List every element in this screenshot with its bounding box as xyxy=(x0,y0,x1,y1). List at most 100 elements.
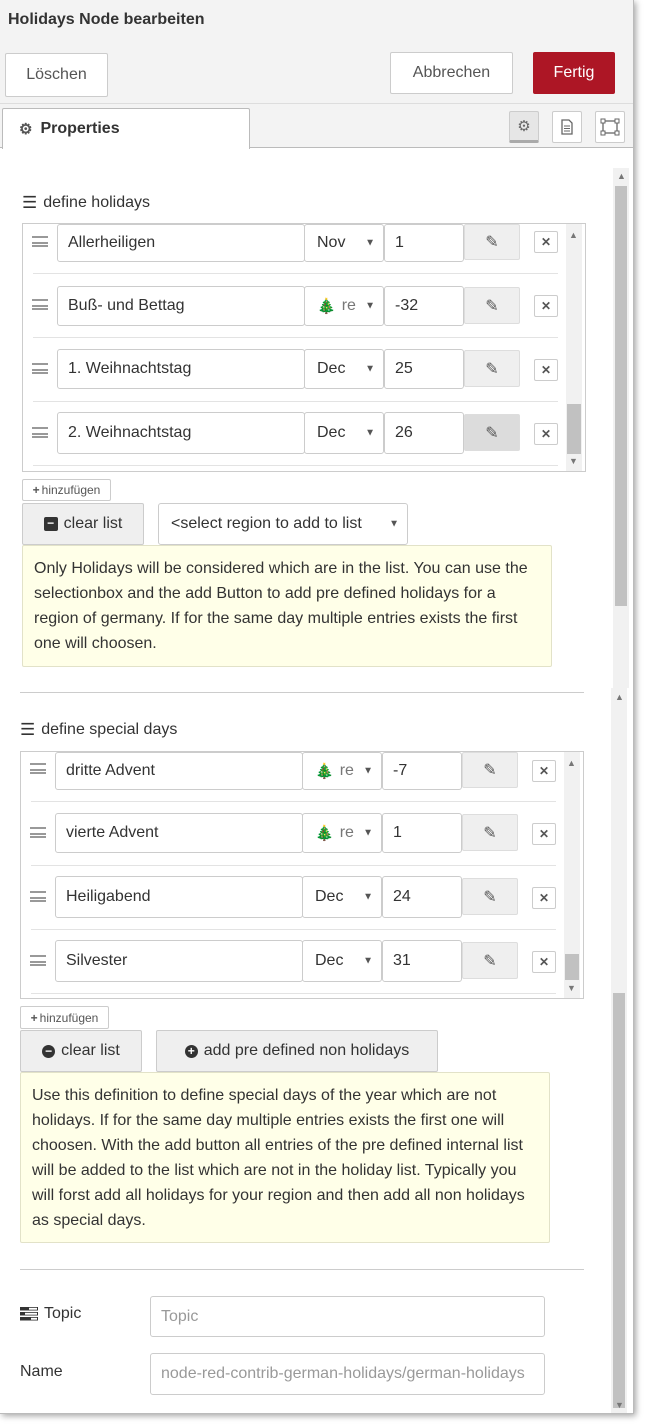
add-special-day-button[interactable]: + hinzufügen xyxy=(20,1006,109,1029)
drag-handle-icon[interactable] xyxy=(30,827,46,838)
special-day-day-field[interactable]: 1 xyxy=(382,813,462,853)
drag-handle-icon[interactable] xyxy=(30,891,46,902)
special-day-month-select[interactable]: 🎄 re ▼ xyxy=(302,752,382,790)
scroll-up-arrow-icon[interactable]: ▲ xyxy=(617,171,626,181)
define-holidays-label: ☰ define holidays xyxy=(22,193,150,213)
form-scrollbar-upper[interactable]: ▲ xyxy=(613,168,629,688)
topic-input[interactable]: Topic xyxy=(150,1296,545,1337)
add-predefined-non-holidays-button[interactable]: + add pre defined non holidays xyxy=(156,1030,438,1072)
holiday-month-select[interactable]: 🎄 re ▼ xyxy=(304,286,384,326)
remove-row-button[interactable]: ✕ xyxy=(532,887,556,909)
special-day-day-field[interactable]: 24 xyxy=(382,876,462,918)
edit-row-button[interactable]: ✎ xyxy=(464,224,520,260)
edit-row-button[interactable]: ✎ xyxy=(462,814,518,851)
holiday-name-field[interactable]: 2. Weihnachtstag xyxy=(57,412,305,454)
add-holiday-label: hinzufügen xyxy=(41,483,101,497)
holiday-name-field[interactable]: Buß- und Bettag xyxy=(57,286,305,326)
edit-row-button[interactable]: ✎ xyxy=(464,287,520,324)
chevron-down-icon: ▼ xyxy=(363,955,373,967)
edit-row-button[interactable]: ✎ xyxy=(464,414,520,451)
description-tab-icon[interactable] xyxy=(552,111,582,143)
form-scrollbar-thumb[interactable] xyxy=(615,186,627,606)
scroll-up-arrow-icon[interactable]: ▲ xyxy=(569,230,578,240)
remove-row-button[interactable]: ✕ xyxy=(532,760,556,782)
drag-handle-icon[interactable] xyxy=(30,763,46,774)
drag-handle-icon[interactable] xyxy=(32,427,48,438)
name-label-text: Name xyxy=(20,1363,63,1380)
section-divider xyxy=(20,692,584,693)
chevron-down-icon: ▼ xyxy=(365,237,375,249)
appearance-tab-icon[interactable] xyxy=(595,111,625,143)
holiday-month-value: Dec xyxy=(317,360,346,377)
scroll-up-arrow-icon[interactable]: ▲ xyxy=(567,758,576,768)
drag-handle-icon[interactable] xyxy=(30,955,46,966)
edit-row-button[interactable]: ✎ xyxy=(462,942,518,979)
region-select[interactable]: <select region to add to list ▼ xyxy=(158,503,408,545)
scroll-up-arrow-icon[interactable]: ▲ xyxy=(615,692,624,702)
edit-icon: ✎ xyxy=(483,952,497,970)
add-special-day-label: hinzufügen xyxy=(39,1010,99,1025)
remove-row-button[interactable]: ✕ xyxy=(534,295,558,317)
special-day-month-select[interactable]: Dec ▼ xyxy=(302,940,382,982)
special-day-name-field[interactable]: Silvester xyxy=(55,940,303,982)
form-scrollbar-lower[interactable]: ▲ ▼ xyxy=(611,688,627,1413)
cancel-button[interactable]: Abbrechen xyxy=(390,52,513,94)
add-holiday-button[interactable]: + hinzufügen xyxy=(22,479,111,501)
special-day-day-field[interactable]: -7 xyxy=(382,752,462,790)
name-label: Name xyxy=(20,1363,63,1381)
chevron-down-icon: ▼ xyxy=(365,427,375,439)
form-scrollbar-thumb-lower[interactable] xyxy=(613,993,625,1408)
remove-row-button[interactable]: ✕ xyxy=(534,423,558,445)
list-icon: ☰ xyxy=(22,193,38,212)
chevron-down-icon: ▼ xyxy=(389,518,399,530)
remove-row-button[interactable]: ✕ xyxy=(534,231,558,253)
settings-tab-icon[interactable]: ⚙ xyxy=(509,111,539,143)
special-day-day-field[interactable]: 31 xyxy=(382,940,462,982)
scroll-down-arrow-icon[interactable]: ▼ xyxy=(567,983,576,993)
holiday-day-field[interactable]: 1 xyxy=(384,224,464,262)
holiday-month-select[interactable]: Nov ▼ xyxy=(304,224,384,262)
special-day-name-field[interactable]: Heiligabend xyxy=(55,876,303,918)
scroll-down-arrow-icon[interactable]: ▼ xyxy=(615,1400,624,1410)
gear-icon: ⚙ xyxy=(19,121,33,138)
remove-row-button[interactable]: ✕ xyxy=(532,951,556,973)
done-button[interactable]: Fertig xyxy=(533,52,615,94)
holiday-day-field[interactable]: -32 xyxy=(384,286,464,326)
row-divider xyxy=(33,401,558,402)
tab-properties[interactable]: ⚙ Properties xyxy=(2,108,250,149)
special-days-list-scrollbar-thumb[interactable] xyxy=(565,954,579,980)
special-day-month-select[interactable]: 🎄 re ▼ xyxy=(302,813,382,853)
edit-row-button[interactable]: ✎ xyxy=(462,752,518,788)
special-day-month-select[interactable]: Dec ▼ xyxy=(302,876,382,918)
drag-handle-icon[interactable] xyxy=(32,363,48,374)
drag-handle-icon[interactable] xyxy=(32,299,48,310)
edit-row-button[interactable]: ✎ xyxy=(462,878,518,915)
holiday-name-field[interactable]: 1. Weihnachtstag xyxy=(57,349,305,389)
remove-row-button[interactable]: ✕ xyxy=(534,359,558,381)
chevron-down-icon: ▼ xyxy=(365,363,375,375)
name-input[interactable]: node-red-contrib-german-holidays/german-… xyxy=(150,1353,545,1395)
holiday-month-select[interactable]: Dec ▼ xyxy=(304,349,384,389)
special-day-name-field[interactable]: dritte Advent xyxy=(55,752,303,790)
chevron-down-icon: ▼ xyxy=(363,765,373,777)
holiday-name-field[interactable]: Allerheiligen xyxy=(57,224,305,262)
holidays-list-scrollbar[interactable]: ▲ ▼ xyxy=(566,224,582,471)
special-day-name-field[interactable]: vierte Advent xyxy=(55,813,303,853)
clear-special-days-button[interactable]: − clear list xyxy=(20,1030,142,1072)
delete-button[interactable]: Löschen xyxy=(5,53,108,97)
holiday-month-select[interactable]: Dec ▼ xyxy=(304,412,384,454)
plus-icon: + xyxy=(32,483,40,497)
scroll-down-arrow-icon[interactable]: ▼ xyxy=(569,456,578,466)
clear-holidays-button[interactable]: − clear list xyxy=(22,503,144,545)
edit-icon: ✎ xyxy=(485,234,499,251)
holidays-info-box: Only Holidays will be considered which a… xyxy=(22,545,552,667)
chevron-down-icon: ▼ xyxy=(363,891,373,903)
row-divider xyxy=(33,273,558,274)
remove-row-button[interactable]: ✕ xyxy=(532,823,556,845)
edit-row-button[interactable]: ✎ xyxy=(464,350,520,387)
special-days-list-scrollbar[interactable]: ▲ ▼ xyxy=(564,752,580,998)
holiday-day-field[interactable]: 26 xyxy=(384,412,464,454)
drag-handle-icon[interactable] xyxy=(32,236,48,247)
holidays-list-scrollbar-thumb[interactable] xyxy=(567,404,581,454)
holiday-day-field[interactable]: 25 xyxy=(384,349,464,389)
